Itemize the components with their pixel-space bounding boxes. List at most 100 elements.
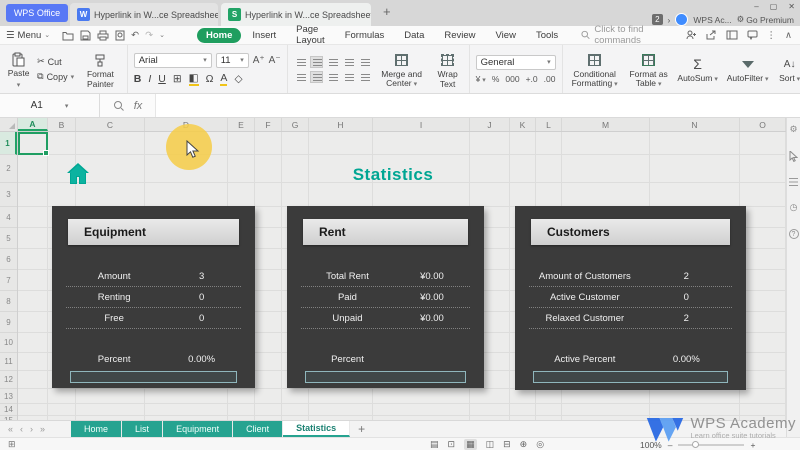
row-header-8[interactable]: 8 [0,291,17,312]
status-left-icon[interactable]: ⊞ [8,439,16,450]
column-header-B[interactable]: B [48,118,76,131]
justify-icon[interactable] [341,70,355,83]
row-header-11[interactable]: 11 [0,353,17,371]
save-icon[interactable] [80,30,91,41]
last-sheet-icon[interactable]: » [40,424,45,434]
fx-icon[interactable]: fx [134,100,143,112]
sheet-canvas[interactable]: 123456789101112131415 Statistics Equipme… [0,132,786,420]
history-clock-icon[interactable]: ◷ [790,202,798,213]
page-layout-view-icon[interactable]: ◫ [486,439,495,450]
more-options-icon[interactable]: ⋮ [767,30,777,41]
row-header-2[interactable]: 2 [0,155,17,183]
account-label[interactable]: WPS Ac... [693,15,731,25]
row-header-12[interactable]: 12 [0,371,17,389]
font-size-select[interactable]: 11 ▾ [215,52,249,68]
sheet-tab-home[interactable]: Home [71,421,123,437]
row-header-10[interactable]: 10 [0,333,17,353]
cut-button[interactable]: ✂ Cut [37,56,74,67]
row-header-3[interactable]: 3 [0,183,17,207]
help-icon[interactable]: ? [788,229,799,239]
column-header-I[interactable]: I [373,118,470,131]
open-folder-icon[interactable] [62,30,74,41]
zoom-slider-knob[interactable] [692,440,700,448]
add-user-icon[interactable] [686,30,697,40]
currency-format-button[interactable]: ¥ [476,74,486,84]
zoom-target-icon[interactable]: ⊕ [520,439,528,450]
zoom-level[interactable]: 100% [640,440,662,450]
ribbon-tab-review[interactable]: Review [435,28,484,43]
fullscreen-view-icon[interactable]: ⊡ [448,439,456,450]
wrap-text-button[interactable]: Wrap Text [433,49,463,90]
merge-center-button[interactable]: Merge and Center [377,49,427,90]
font-color-button[interactable]: A [220,72,228,86]
chevron-down-icon[interactable]: ⌄ [159,31,165,39]
autosum-button[interactable]: Σ AutoSum [677,53,719,84]
align-center-icon[interactable] [309,70,323,83]
sheet-tab-list[interactable]: List [122,421,164,437]
column-header-K[interactable]: K [510,118,536,131]
cursor-tool-icon[interactable] [789,151,798,162]
insert-function-magnifier-icon[interactable] [113,100,124,111]
ribbon-tab-view[interactable]: View [487,28,525,43]
format-painter-button[interactable]: Format Painter [80,49,121,90]
align-right-icon[interactable] [325,70,339,83]
adjust-settings-icon[interactable] [789,178,798,186]
font-name-select[interactable]: Arial ▾ [133,52,212,68]
grid-view-icon[interactable]: ▦ [464,439,477,450]
wps-office-button[interactable]: WPS Office [6,4,68,22]
sheet-tab-client[interactable]: Client [233,421,284,437]
orientation-icon[interactable] [357,70,371,83]
row-header-1[interactable]: 1 [0,132,17,155]
row-header-9[interactable]: 9 [0,312,17,333]
comment-icon[interactable] [747,30,758,40]
menu-button[interactable]: ☰ Menu ⌄ [0,30,56,41]
split-view-icon[interactable]: ⊟ [503,439,511,450]
zoom-slider[interactable] [678,440,745,448]
column-header-J[interactable]: J [470,118,510,131]
borders-button[interactable]: ⊞ [173,73,182,85]
maximize-button[interactable]: ▢ [770,2,778,11]
print-preview-icon[interactable] [115,30,125,41]
command-search[interactable]: Click to find commands [581,24,685,46]
settings-gear-icon[interactable]: ⚙ [789,124,797,135]
redo-icon[interactable]: ↷ [145,30,153,41]
bold-button[interactable]: B [134,73,142,85]
prev-sheet-icon[interactable]: ‹ [20,424,23,434]
print-icon[interactable] [97,30,109,41]
go-premium-button[interactable]: ⚙ Go Premium [737,14,794,25]
select-all-corner[interactable] [0,118,18,131]
align-bottom-icon[interactable] [325,55,339,68]
ribbon-tab-insert[interactable]: Insert [243,28,285,43]
ribbon-tab-formulas[interactable]: Formulas [336,28,394,43]
increase-indent-icon[interactable] [357,55,371,68]
document-tab-writer[interactable]: W Hyperlink in W...ce Spreadsheet [70,3,218,26]
column-header-M[interactable]: M [562,118,650,131]
highlight-button[interactable]: Ω [206,73,214,85]
eye-protect-icon[interactable]: ◎ [536,439,544,450]
row-header-14[interactable]: 14 [0,404,17,416]
column-header-O[interactable]: O [740,118,786,131]
column-header-C[interactable]: C [76,118,145,131]
first-sheet-icon[interactable]: « [8,424,13,434]
sheet-tab-statistics[interactable]: Statistics [283,421,351,437]
formula-input[interactable] [156,94,800,117]
switch-view-icon[interactable] [726,30,738,40]
undo-icon[interactable]: ↶ [131,30,139,41]
stats-panel-rent[interactable]: Rent Total Rent ¥0.00 Paid ¥0.00 Unpaid ¥0.… [287,206,484,388]
ribbon-tab-data[interactable]: Data [395,28,433,43]
row-header-4[interactable]: 4 [0,207,17,228]
column-header-L[interactable]: L [536,118,562,131]
row-header-6[interactable]: 6 [0,249,17,270]
align-middle-icon[interactable] [309,55,323,68]
decrease-font-icon[interactable]: A⁻ [269,55,281,66]
column-header-H[interactable]: H [309,118,373,131]
row-header-5[interactable]: 5 [0,228,17,249]
zoom-out-button[interactable]: – [668,440,673,450]
underline-button[interactable]: U [158,73,166,85]
name-box[interactable]: A1 ▾ [0,94,100,117]
format-as-table-button[interactable]: Format as Table [628,49,670,90]
align-top-icon[interactable] [293,55,307,68]
add-sheet-button[interactable]: + [350,421,373,437]
collapse-ribbon-icon[interactable]: ∧ [785,30,792,41]
conditional-formatting-button[interactable]: Conditional Formatting [569,49,621,90]
